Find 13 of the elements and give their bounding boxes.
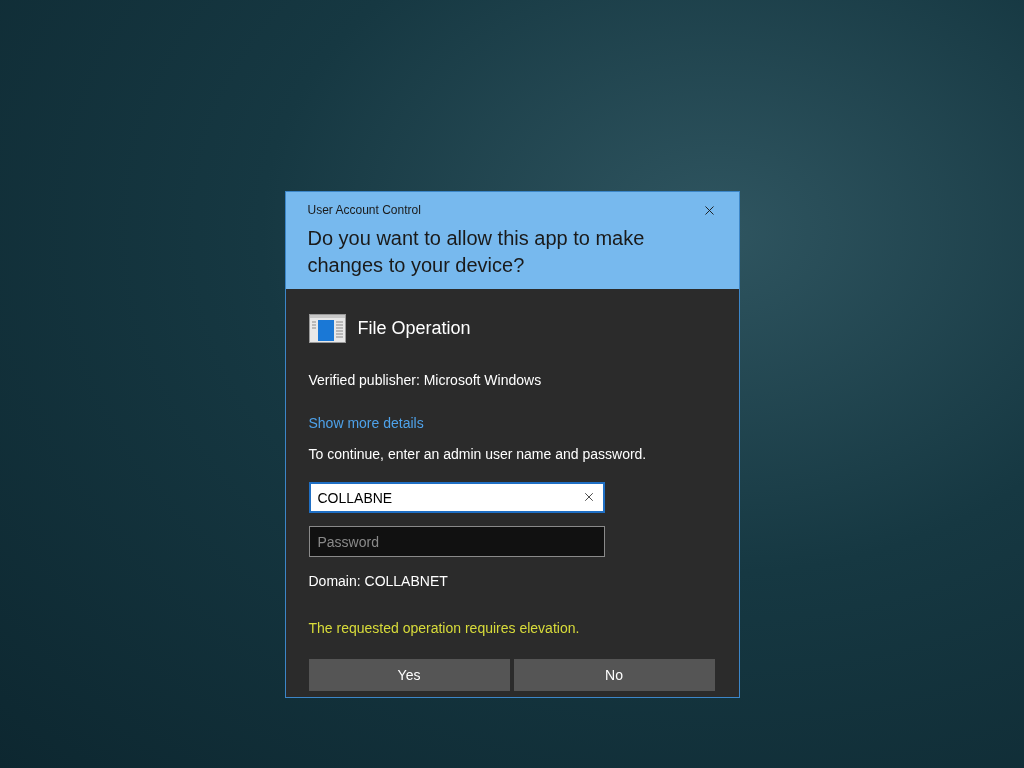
error-message: The requested operation requires elevation. <box>308 619 581 638</box>
username-field[interactable]: COLLABNE <box>308 482 605 513</box>
app-window-icon <box>308 314 346 343</box>
domain-text: Domain: COLLABNET <box>308 572 449 591</box>
password-field[interactable]: Password <box>308 526 605 557</box>
show-details-link[interactable]: Show more details <box>308 413 424 434</box>
window-title: User Account Control <box>307 202 421 219</box>
publisher-text: Verified publisher: Microsoft Windows <box>308 371 543 390</box>
yes-button[interactable]: Yes <box>308 659 510 691</box>
no-button[interactable]: No <box>513 659 715 691</box>
dialog-question: Do you want to allow this app to make changes to your device? <box>307 226 646 278</box>
instruction-text: To continue, enter an admin user name and password. <box>308 445 648 464</box>
app-name: File Operation <box>357 317 471 340</box>
